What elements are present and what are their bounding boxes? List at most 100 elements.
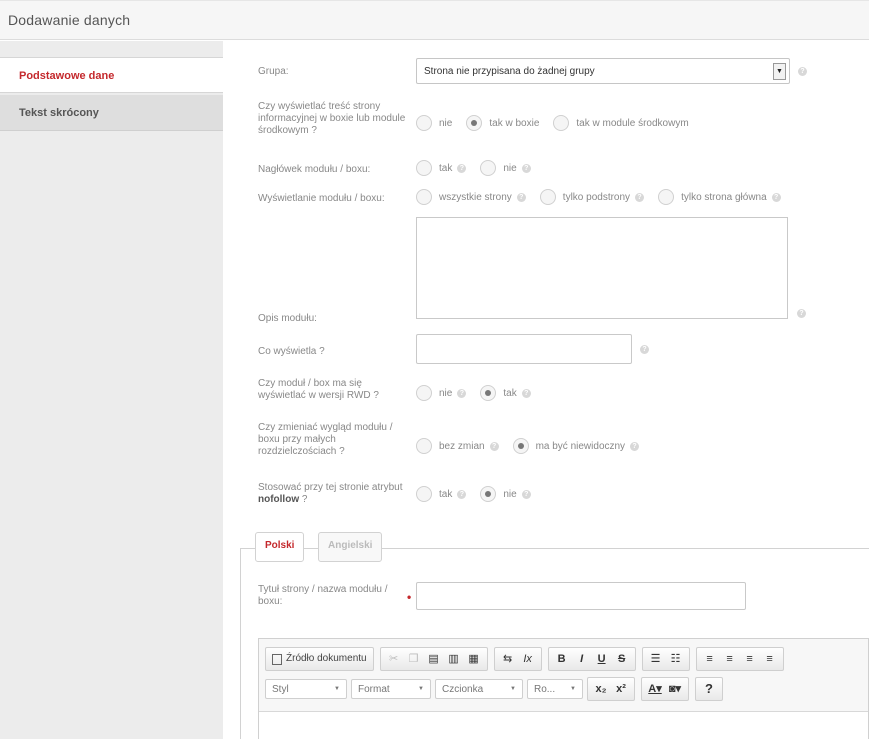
editor-toolbar-row-1: Źródło dokumentu ✂ ❐ ▤ ▥ ▦ ⇆ Ix B I U S … [265,647,790,671]
rich-text-editor: Źródło dokumentu ✂ ❐ ▤ ▥ ▦ ⇆ Ix B I U S … [258,638,869,739]
title-field-label: Tytuł strony / nazwa modułu / boxu: [258,584,388,607]
nofollow-radio-group: tak? nie? [416,486,545,502]
bold-button[interactable]: B [552,649,572,669]
style-combo-label: Styl [272,683,289,695]
radio-label: nie [503,488,517,500]
italic-button[interactable]: I [572,649,592,669]
radio-display-glowna[interactable] [658,189,675,205]
radio-nofollow-nie[interactable] [480,486,497,502]
help-icon[interactable]: ? [457,489,467,499]
display-module-label: Wyświetlanie modułu / boxu: [258,193,385,204]
toolbar-group-colors: A▾ ◙▾ [641,677,689,701]
format-combo[interactable]: Format ▼ [351,679,431,699]
source-button[interactable]: Źródło dokumentu [269,649,370,669]
sidebar-item-podstawowe-dane[interactable]: Podstawowe dane [0,57,223,93]
help-icon[interactable]: ? [771,192,781,202]
help-icon[interactable]: ? [521,388,531,398]
nofollow-keyword: nofollow [258,494,300,505]
font-combo[interactable]: Czcionka ▼ [435,679,523,699]
help-icon[interactable]: ? [521,163,531,173]
align-right-icon[interactable]: ≡ [740,649,760,669]
radio-show-tak-w-boxie[interactable] [466,115,483,131]
size-combo[interactable]: Ro... ▼ [527,679,583,699]
radio-display-wszystkie[interactable] [416,189,432,205]
paste-text-icon[interactable]: ▥ [444,649,464,669]
font-combo-label: Czcionka [442,683,484,695]
help-icon[interactable]: ? [635,192,645,202]
style-combo[interactable]: Styl ▼ [265,679,347,699]
radio-show-tak-w-module[interactable] [553,115,570,131]
radio-label: tak w boxie [489,117,540,129]
superscript-icon[interactable]: x² [611,679,631,699]
show-content-radio-group: nie tak w boxie tak w module środkowym [416,115,703,131]
radio-label: ma być niewidoczny [535,440,626,452]
radio-label: tylko podstrony [562,191,631,203]
toolbar-group-clipboard: ✂ ❐ ▤ ▥ ▦ [379,647,488,671]
align-center-icon[interactable]: ≡ [720,649,740,669]
help-icon[interactable]: ? [640,345,649,354]
header-module-radio-group: tak? nie? [416,160,545,176]
radio-nofollow-tak[interactable] [416,486,432,502]
paste-icon[interactable]: ▤ [424,649,444,669]
numbered-list-icon[interactable]: ☰ [646,649,666,669]
align-left-icon[interactable]: ≡ [700,649,720,669]
grupa-select[interactable]: Strona nie przypisana do żadnej grupy ▼ [416,58,790,84]
radio-show-nie[interactable] [416,115,432,131]
help-icon[interactable]: ? [798,67,807,76]
help-icon[interactable]: ? [457,163,467,173]
underline-button[interactable]: U [592,649,612,669]
subscript-icon[interactable]: x₂ [591,679,611,699]
background-color-icon[interactable]: ◙▾ [665,679,685,699]
paste-word-icon[interactable]: ▦ [464,649,484,669]
title-input[interactable] [416,582,746,610]
grupa-label: Grupa: [258,66,289,77]
toolbar-group-help: ? [695,677,723,701]
tab-polski[interactable]: Polski [255,532,305,562]
radio-header-nie[interactable] [480,160,497,176]
description-textarea[interactable] [416,217,788,319]
radio-small-bez-zmian[interactable] [416,438,432,454]
small-res-radio-group: bez zmian? ma być niewidoczny? [416,438,653,454]
chevron-down-icon: ▼ [418,686,424,692]
toolbar-group-source: Źródło dokumentu [265,647,374,671]
source-button-label: Źródło dokumentu [286,653,367,664]
help-icon[interactable]: ? [489,441,499,451]
radio-label: nie [503,162,517,174]
cut-icon[interactable]: ✂ [384,649,404,669]
radio-rwd-tak[interactable] [480,385,497,401]
help-button[interactable]: ? [699,679,719,699]
copy-icon[interactable]: ❐ [404,649,424,669]
sidebar-item-tekst-skrocony[interactable]: Tekst skrócony [0,95,223,131]
rwd-radio-group: nie? tak? [416,385,545,401]
chevron-down-icon: ▼ [510,686,516,692]
chevron-down-icon[interactable]: ▼ [773,63,786,80]
chevron-down-icon: ▼ [570,686,576,692]
help-icon[interactable]: ? [521,489,531,499]
what-shows-input[interactable] [416,334,632,364]
help-icon[interactable]: ? [457,388,467,398]
radio-header-tak[interactable] [416,160,432,176]
bulleted-list-icon[interactable]: ☷ [666,649,686,669]
help-icon[interactable]: ? [797,309,806,318]
radio-label: tak [503,387,517,399]
text-color-icon[interactable]: A▾ [645,679,665,699]
show-content-label: Czy wyświetlać treść strony informacyjne… [258,101,406,136]
description-label: Opis modułu: [258,313,317,324]
editor-content-area[interactable] [259,711,868,739]
section-border [240,548,241,739]
radio-label: tylko strona główna [681,191,767,203]
tab-angielski[interactable]: Angielski [318,532,383,562]
radio-display-podstrony[interactable] [539,189,556,205]
document-icon [272,653,282,665]
radio-small-niewidoczny[interactable] [512,438,529,454]
small-res-label: Czy zmieniać wygląd modułu / boxu przy m… [258,422,393,457]
strike-button[interactable]: S [612,649,632,669]
help-icon[interactable]: ? [516,192,526,202]
display-module-radio-group: wszystkie strony? tylko podstrony? tylko… [416,189,795,205]
remove-format-icon[interactable]: Ix [518,649,538,669]
required-marker: • [407,590,412,604]
copy-formatting-icon[interactable]: ⇆ [498,649,518,669]
help-icon[interactable]: ? [630,441,640,451]
radio-rwd-nie[interactable] [416,385,432,401]
align-justify-icon[interactable]: ≡ [760,649,780,669]
